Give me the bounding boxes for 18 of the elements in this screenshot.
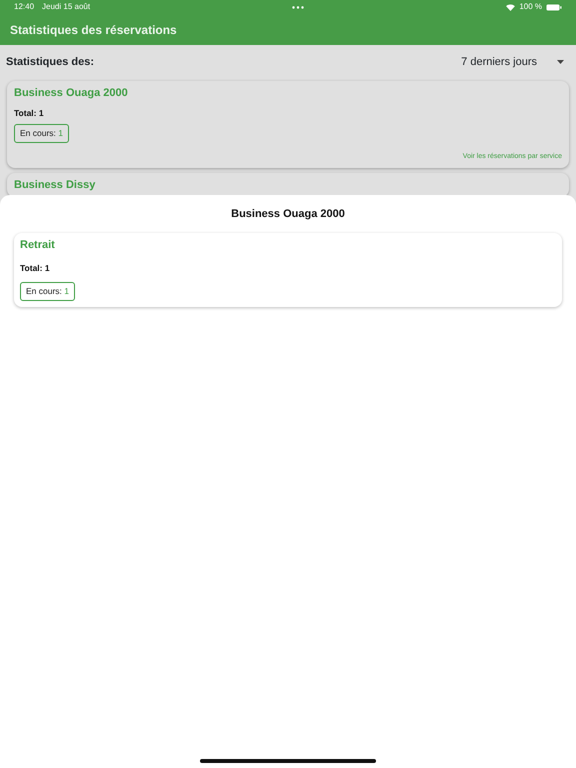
business-title: Business Ouaga 2000 (14, 86, 129, 101)
status-date: Jeudi 15 août (42, 1, 90, 13)
service-title: Retrait (20, 238, 56, 253)
total-text: Total: 1 (14, 106, 45, 120)
status-chip: En cours: 1 (20, 282, 76, 301)
status-chip: En cours: 1 (14, 124, 70, 143)
battery-percent: 100 % (519, 1, 542, 13)
period-dropdown[interactable]: 7 derniers jours (461, 54, 570, 70)
status-time: 12:40 (14, 1, 34, 13)
filter-label: Statistiques des: (6, 54, 94, 70)
sheet-title: Business Ouaga 2000 (231, 206, 345, 222)
total-text: Total: 1 (20, 262, 51, 274)
page-title: Statistiques des réservations (10, 22, 177, 38)
caret-icon (557, 60, 564, 64)
battery-icon (546, 4, 562, 10)
wifi-icon (506, 4, 516, 10)
multitask-icon[interactable] (292, 6, 304, 8)
business-title: Business Dissy (14, 178, 96, 192)
